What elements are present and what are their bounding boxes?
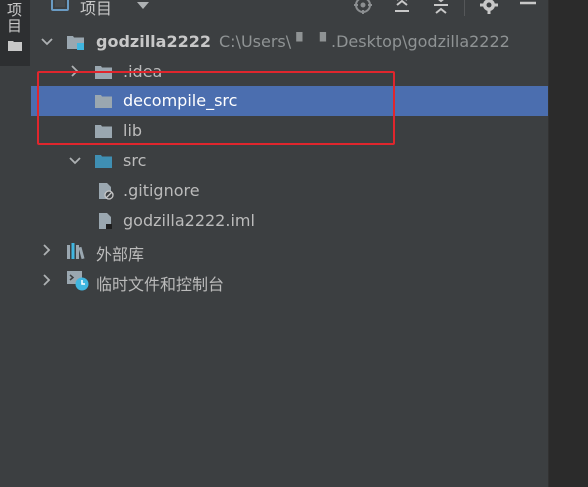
ignored-file-icon xyxy=(99,183,114,200)
editor-area-edge xyxy=(548,0,588,487)
tree-item-label: .gitignore xyxy=(123,181,200,200)
library-icon xyxy=(67,243,85,260)
expand-all-icon[interactable] xyxy=(391,0,413,16)
tree-item-iml[interactable]: godzilla2222.iml xyxy=(31,206,548,236)
tree-root-row[interactable]: godzilla2222 C:\Users\ ▘ ▝ .Desktop\godz… xyxy=(31,27,548,57)
module-file-icon xyxy=(99,213,112,229)
tree-item-label: .idea xyxy=(123,62,163,81)
source-folder-icon xyxy=(95,155,112,168)
tree-item-decompile-src[interactable]: decompile_src xyxy=(31,86,548,116)
root-project-name: godzilla2222 xyxy=(96,32,211,51)
tree-item-lib[interactable]: lib xyxy=(31,116,548,146)
folder-icon xyxy=(8,41,22,51)
project-panel: 项目 godzilla2222 C:\Users\ ▘ ▝ .Desktop\g… xyxy=(31,0,548,487)
tree-item-label: 外部库 xyxy=(96,245,145,264)
module-folder-icon xyxy=(67,36,84,50)
chevron-right-icon[interactable] xyxy=(41,244,53,256)
ide-window: 项目 项目 godzilla2222 C:\Users\ ▘ ▝ .Deskto… xyxy=(0,0,588,487)
tree-item-label: godzilla2222.iml xyxy=(123,211,255,230)
chevron-right-icon[interactable] xyxy=(41,274,53,286)
project-tool-tab[interactable]: 项目 xyxy=(0,0,30,66)
toolbar-separator xyxy=(464,0,465,16)
gear-icon[interactable] xyxy=(478,0,500,16)
tree-item-external-libraries[interactable]: 外部库 xyxy=(31,236,548,266)
locate-icon[interactable] xyxy=(352,0,374,16)
tree-item-gitignore[interactable]: .gitignore xyxy=(31,176,548,206)
chevron-down-icon[interactable] xyxy=(137,2,149,9)
hide-icon[interactable] xyxy=(517,0,539,16)
project-tool-tab-label: 项目 xyxy=(5,2,23,34)
project-view-icon xyxy=(51,0,69,11)
project-view-title[interactable]: 项目 xyxy=(80,0,112,19)
folder-icon xyxy=(95,125,112,138)
tree-item-label: src xyxy=(123,151,147,170)
tree-item-label: decompile_src xyxy=(123,91,238,110)
folder-icon xyxy=(95,66,112,79)
collapse-all-icon[interactable] xyxy=(430,0,452,16)
left-tool-strip: 项目 xyxy=(0,0,32,487)
tree-item-label: 临时文件和控制台 xyxy=(96,275,225,294)
project-toolbar: 项目 xyxy=(31,0,548,22)
root-project-path: C:\Users\ ▘ ▝ .Desktop\godzilla2222 xyxy=(219,32,510,51)
folder-icon xyxy=(95,95,112,108)
panel-divider xyxy=(548,0,549,487)
scratches-icon xyxy=(67,271,89,291)
chevron-down-icon[interactable] xyxy=(41,36,53,48)
tree-item-src[interactable]: src xyxy=(31,146,548,176)
tree-item-scratches[interactable]: 临时文件和控制台 xyxy=(31,266,548,296)
tree-item-label: lib xyxy=(123,121,143,140)
tree-item-idea[interactable]: .idea xyxy=(31,57,548,87)
chevron-right-icon[interactable] xyxy=(69,65,81,77)
chevron-down-icon[interactable] xyxy=(69,155,81,167)
